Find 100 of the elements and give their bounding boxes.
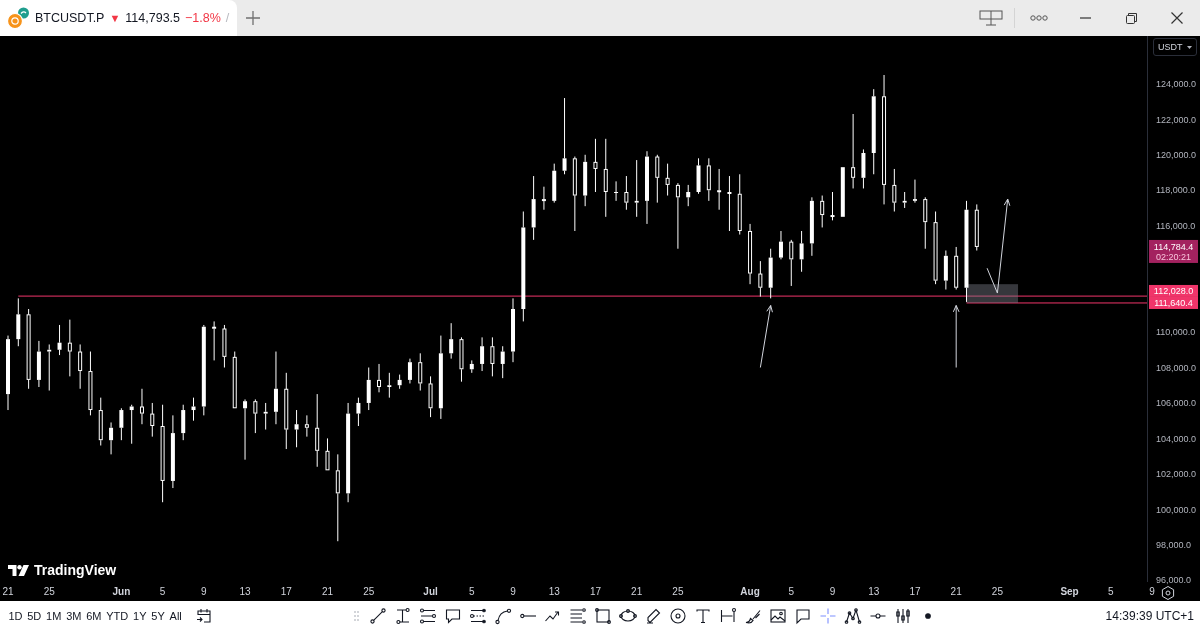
dotted-lines-icon[interactable]: [468, 606, 487, 625]
target-circle-icon[interactable]: [668, 606, 687, 625]
ref-line-label: 111,640.4: [1154, 298, 1193, 309]
candle: [253, 398, 258, 434]
time-range-button[interactable]: 5Y: [148, 605, 168, 626]
candle: [480, 336, 485, 372]
ref-line-label: 112,028.0: [1153, 286, 1194, 297]
time-range-button[interactable]: 1Y: [130, 605, 149, 626]
date-tick: 17: [280, 586, 292, 597]
level-lines-icon[interactable]: [418, 606, 437, 625]
candle: [830, 191, 835, 221]
coin-icon: [7, 7, 30, 29]
candle: [129, 404, 134, 445]
candle: [511, 297, 515, 363]
price-tick: 116,000.0: [1156, 220, 1196, 231]
note-bubble-icon[interactable]: [793, 606, 812, 625]
candle: [768, 248, 773, 299]
candle: [377, 363, 382, 393]
candle: [67, 319, 72, 377]
currency-dropdown[interactable]: USDT: [1153, 38, 1197, 56]
last-price-tag: [1149, 239, 1198, 263]
curve-icon[interactable]: [493, 606, 512, 625]
trend-line-icon[interactable]: [368, 606, 387, 625]
date-tick: 25: [363, 586, 375, 597]
candle: [243, 398, 248, 461]
time-range-button[interactable]: 3M: [63, 605, 84, 626]
candle: [789, 239, 794, 287]
sliders-icon[interactable]: [893, 606, 912, 625]
candle: [748, 223, 753, 285]
date-tick: 9: [1149, 586, 1155, 597]
minimize-icon[interactable]: [1079, 17, 1091, 19]
candle: [675, 182, 680, 250]
more-icon[interactable]: [1030, 15, 1048, 21]
time-range-button[interactable]: YTD: [103, 605, 131, 626]
date-tick: 17: [589, 586, 601, 597]
candle: [109, 421, 114, 455]
price-change: −1.8%: [185, 11, 221, 25]
symbol-tab[interactable]: BTCUSDT.P ▼ 114,793.5 −1.8% /: [0, 0, 238, 36]
candle: [78, 343, 83, 390]
candle: [366, 367, 371, 411]
candle: [490, 336, 495, 377]
candle: [294, 409, 299, 448]
time-range-button[interactable]: 1D: [6, 605, 25, 626]
date-tick: 21: [321, 586, 334, 597]
date-tick: 5: [469, 586, 475, 597]
date-tick: Jun: [112, 586, 131, 597]
time-range-button[interactable]: 5D: [24, 605, 44, 626]
ellipse-icon[interactable]: [618, 606, 637, 625]
price-tick: 96,000.0: [1156, 575, 1192, 586]
rectangle-icon[interactable]: [593, 606, 612, 625]
candle: [119, 407, 124, 441]
symbol-price: 114,793.5: [125, 11, 181, 25]
date-tick: 5: [788, 586, 795, 597]
close-icon[interactable]: [1171, 12, 1183, 24]
candle: [469, 359, 474, 374]
image-icon[interactable]: [768, 606, 787, 625]
candle: [593, 138, 598, 193]
candle: [840, 166, 845, 218]
date-tick: 17: [909, 586, 921, 597]
plus-icon[interactable]: [246, 11, 261, 25]
candle: [407, 358, 412, 384]
calendar-icon[interactable]: [196, 607, 213, 624]
drag-handle-icon[interactable]: [354, 610, 359, 621]
speech-bubble-icon[interactable]: [443, 606, 462, 625]
candle: [954, 246, 959, 290]
candle: [36, 340, 41, 388]
text-tool-icon[interactable]: [693, 606, 712, 625]
date-tick: 13: [868, 586, 880, 597]
candle: [696, 157, 701, 195]
candle: [820, 195, 825, 228]
measure-icon[interactable]: [718, 606, 737, 625]
candle: [737, 173, 742, 236]
price-tick: 98,000.0: [1156, 539, 1192, 550]
candle: [263, 402, 268, 431]
time-range-button[interactable]: 6M: [83, 605, 104, 626]
date-tick: 5: [159, 586, 166, 597]
countdown-timer: 02:20:21: [1156, 251, 1191, 262]
candle: [531, 175, 536, 241]
price-label: 112,028.0: [1149, 284, 1198, 297]
settings-icon[interactable]: [1161, 586, 1175, 600]
pattern-icon[interactable]: [843, 606, 862, 625]
price-tick: 124,000.0: [1156, 79, 1197, 90]
price-tick: 118,000.0: [1156, 185, 1196, 196]
price-tick: 110,000.0: [1156, 327, 1196, 338]
layout-icon[interactable]: [978, 10, 1003, 26]
direction-arrow: ▼: [109, 12, 121, 24]
candle: [150, 402, 155, 438]
date-tick: 13: [239, 586, 251, 597]
vertical-range-icon[interactable]: [393, 606, 412, 625]
horizontal-lines-icon[interactable]: [568, 606, 587, 625]
date-tick: 13: [548, 586, 560, 597]
candle: [634, 159, 639, 218]
time-range-button[interactable]: All: [167, 605, 185, 626]
candle: [222, 324, 227, 368]
restore-icon[interactable]: [1125, 12, 1137, 24]
time-range-button[interactable]: 1M: [43, 605, 64, 626]
date-tick: 5: [1108, 586, 1114, 597]
logo-icon: [8, 564, 29, 576]
shaded-zone: [966, 284, 1018, 303]
candle: [98, 397, 103, 446]
